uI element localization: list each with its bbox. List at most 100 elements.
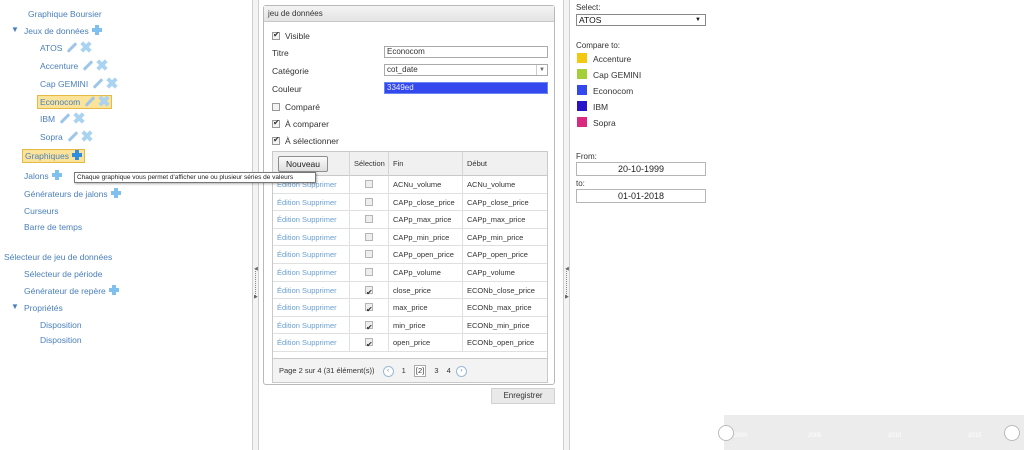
page-link[interactable]: 1 bbox=[402, 359, 406, 383]
row-selection-checkbox[interactable] bbox=[365, 250, 373, 259]
splitter-right[interactable]: ◀ ▶ bbox=[563, 0, 570, 450]
close-icon[interactable] bbox=[107, 78, 117, 88]
tree-item-generateurs-jalons[interactable]: Générateurs de jalons bbox=[24, 188, 121, 200]
page-link[interactable]: 4 bbox=[447, 359, 451, 383]
pencil-icon[interactable] bbox=[67, 131, 78, 142]
tree-item-graphiques[interactable]: Graphiques bbox=[22, 149, 85, 163]
tree-item-disposition[interactable]: Disposition bbox=[40, 334, 82, 346]
chevron-down-icon[interactable]: ▼ bbox=[11, 25, 19, 34]
close-icon[interactable] bbox=[82, 131, 92, 141]
close-icon[interactable] bbox=[99, 96, 109, 106]
row-selection-checkbox[interactable] bbox=[365, 197, 373, 206]
nouveau-button[interactable]: Nouveau bbox=[278, 156, 328, 172]
column-header-debut[interactable]: Début bbox=[462, 152, 549, 176]
row-selection-checkbox[interactable] bbox=[365, 180, 373, 188]
compare-row[interactable]: Comparé bbox=[272, 102, 320, 112]
timeline-start-handle[interactable] bbox=[718, 425, 734, 441]
pencil-icon[interactable] bbox=[84, 96, 96, 107]
edit-delete-links[interactable]: Édition Supprimer bbox=[273, 299, 349, 316]
tree-item-dataset-selected[interactable]: Econocom bbox=[37, 95, 113, 109]
tree-item-dataset[interactable]: IBM bbox=[40, 113, 84, 125]
a-selectionner-checkbox[interactable] bbox=[272, 135, 280, 145]
row-selection-checkbox[interactable] bbox=[365, 319, 373, 333]
splitter-left[interactable]: ◀ ▶ bbox=[252, 0, 259, 450]
compare-item[interactable]: Econocom bbox=[577, 85, 633, 96]
debut-cell: ECONb_close_price bbox=[462, 281, 549, 299]
chevron-right-icon[interactable]: ▶ bbox=[565, 294, 569, 300]
chevron-right-icon[interactable]: ▶ bbox=[254, 294, 258, 300]
a-comparer-row[interactable]: À comparer bbox=[272, 118, 329, 129]
column-header-fin[interactable]: Fin bbox=[388, 152, 462, 176]
close-icon[interactable] bbox=[74, 113, 84, 123]
next-page-icon[interactable]: › bbox=[455, 365, 467, 377]
pencil-icon[interactable] bbox=[82, 60, 94, 71]
dataset-form: jeu de données Visible Titre Econocom Ca… bbox=[263, 5, 555, 385]
row-selection-checkbox[interactable] bbox=[365, 268, 373, 276]
edit-delete-links[interactable]: Édition Supprimer bbox=[273, 334, 349, 351]
save-button[interactable]: Enregistrer bbox=[491, 388, 555, 404]
row-selection-checkbox[interactable] bbox=[365, 301, 373, 316]
edit-delete-links[interactable]: Édition Supprimer bbox=[273, 264, 349, 281]
compare-item[interactable]: Accenture bbox=[577, 53, 631, 64]
tree-item-graphique-boursier[interactable]: Graphique Boursier bbox=[28, 8, 102, 20]
fin-cell: close_price bbox=[388, 281, 462, 299]
compare-item[interactable]: IBM bbox=[577, 101, 608, 112]
timeline-bar[interactable]: 2000 2005 2010 2015 bbox=[718, 415, 1024, 450]
add-icon[interactable] bbox=[91, 25, 102, 35]
compare-checkbox[interactable] bbox=[272, 103, 280, 111]
edit-delete-links[interactable]: Édition Supprimer bbox=[273, 246, 349, 263]
tree-item-jeux-de-donnees[interactable]: Jeux de données bbox=[24, 25, 102, 37]
pencil-icon[interactable] bbox=[59, 113, 71, 124]
edit-delete-links[interactable]: Édition Supprimer bbox=[273, 282, 349, 299]
compare-item[interactable]: Cap GEMINI bbox=[577, 69, 641, 80]
tree-item-disposition[interactable]: Disposition bbox=[40, 319, 82, 331]
dataset-select[interactable]: ATOS ▼ bbox=[576, 14, 706, 26]
page-link[interactable]: 3 bbox=[434, 359, 438, 383]
edit-delete-links[interactable]: Édition Supprimer bbox=[273, 229, 349, 246]
add-icon[interactable] bbox=[51, 170, 62, 180]
pencil-icon[interactable] bbox=[67, 42, 78, 53]
chevron-down-icon[interactable]: ▼ bbox=[11, 302, 19, 311]
visible-row[interactable]: Visible bbox=[272, 30, 310, 41]
couleur-input[interactable]: 3349ed bbox=[384, 82, 548, 94]
categorie-select[interactable]: cot_date ▼ bbox=[384, 64, 548, 76]
titre-input[interactable]: Econocom bbox=[384, 46, 548, 58]
close-icon[interactable] bbox=[81, 42, 91, 52]
edit-delete-links[interactable]: Édition Supprimer bbox=[273, 194, 349, 211]
a-selectionner-row[interactable]: À sélectionner bbox=[272, 135, 339, 146]
timeline-end-handle[interactable] bbox=[1004, 425, 1020, 441]
add-icon[interactable] bbox=[108, 285, 119, 295]
tree-item-selecteur-periode[interactable]: Sélecteur de période bbox=[24, 268, 102, 280]
edit-delete-links[interactable]: Édition Supprimer bbox=[273, 211, 349, 228]
to-date-input[interactable]: 01-01-2018 bbox=[576, 189, 706, 203]
row-selection-checkbox[interactable] bbox=[365, 232, 373, 241]
column-header-selection[interactable]: Sélection bbox=[349, 152, 388, 176]
row-selection-checkbox[interactable] bbox=[365, 336, 373, 351]
a-comparer-checkbox[interactable] bbox=[272, 118, 280, 128]
from-date-input[interactable]: 20-10-1999 bbox=[576, 162, 706, 176]
row-selection-checkbox[interactable] bbox=[365, 215, 373, 224]
add-icon[interactable] bbox=[71, 150, 82, 160]
visible-checkbox[interactable] bbox=[272, 30, 280, 40]
add-icon[interactable] bbox=[110, 188, 121, 198]
tree-item-proprietes[interactable]: Propriétés bbox=[24, 302, 63, 314]
chevron-down-icon[interactable]: ▼ bbox=[536, 65, 547, 75]
tree-item-dataset[interactable]: ATOS bbox=[40, 42, 91, 54]
pencil-icon[interactable] bbox=[92, 78, 104, 89]
close-icon[interactable] bbox=[97, 60, 107, 70]
row-selection-checkbox[interactable] bbox=[365, 284, 373, 298]
tree-item-dataset[interactable]: Sopra bbox=[40, 131, 92, 143]
edit-delete-links[interactable]: Édition Supprimer bbox=[273, 317, 349, 334]
tree-item-generateur-repere[interactable]: Générateur de repère bbox=[24, 285, 119, 297]
tree-item-barre-de-temps[interactable]: Barre de temps bbox=[24, 221, 82, 233]
tree-item-curseurs[interactable]: Curseurs bbox=[24, 205, 58, 217]
tree-item-dataset[interactable]: Cap GEMINI bbox=[40, 78, 117, 90]
tree-item-selecteur-jeu[interactable]: Sélecteur de jeu de données bbox=[4, 251, 112, 263]
tree-item-dataset[interactable]: Accenture bbox=[40, 60, 107, 72]
prev-page-icon[interactable]: ‹ bbox=[382, 365, 394, 377]
fin-cell: ACNu_volume bbox=[388, 176, 462, 193]
selection-cell bbox=[349, 299, 388, 316]
tree-item-jalons[interactable]: Jalons bbox=[24, 170, 62, 182]
compare-item[interactable]: Sopra bbox=[577, 117, 616, 128]
titre-label: Titre bbox=[272, 48, 289, 58]
